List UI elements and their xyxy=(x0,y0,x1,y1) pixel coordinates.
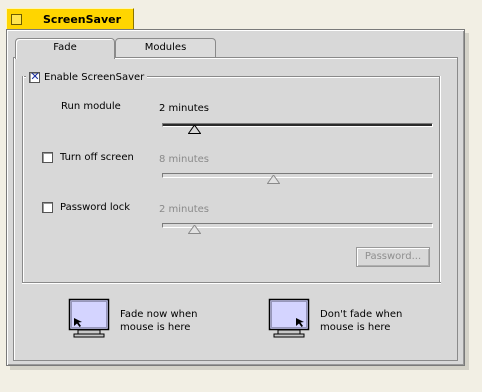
password-lock-slider-track[interactable] xyxy=(162,223,433,228)
dont-fade-line1: Don't fade when xyxy=(320,309,403,320)
fade-now-corner-monitor-icon[interactable] xyxy=(68,298,110,338)
checkmark-icon: ✕ xyxy=(30,69,40,83)
password-lock-label: Password lock xyxy=(60,202,131,213)
turn-off-screen-value: 8 minutes xyxy=(159,154,210,165)
dont-fade-text: Don't fade when mouse is here xyxy=(320,308,402,334)
enable-screensaver-box[interactable]: ✕ xyxy=(29,69,40,83)
run-module-slider-track[interactable] xyxy=(162,123,433,127)
password-lock-value: 2 minutes xyxy=(159,204,210,215)
password-lock-checkbox[interactable] xyxy=(42,202,53,213)
password-button[interactable]: Password... xyxy=(356,247,430,267)
tab-modules[interactable]: Modules xyxy=(115,38,216,58)
run-module-label: Run module xyxy=(61,101,121,112)
run-module-slider-thumb-icon[interactable] xyxy=(188,125,201,134)
group-box-right xyxy=(439,76,441,282)
group-box-bottom xyxy=(22,282,441,284)
tab-fade[interactable]: Fade xyxy=(15,38,115,59)
window-title: ScreenSaver xyxy=(43,13,122,26)
window-title-tab[interactable]: ScreenSaver xyxy=(6,8,134,30)
password-lock-slider-thumb-icon[interactable] xyxy=(188,225,201,234)
window-close-box-icon[interactable] xyxy=(11,14,22,25)
turn-off-screen-label: Turn off screen xyxy=(60,152,134,163)
enable-screensaver-label: Enable ScreenSaver xyxy=(44,71,145,83)
enable-screensaver-checkbox[interactable]: ✕ Enable ScreenSaver xyxy=(26,69,148,84)
turn-off-screen-checkbox[interactable] xyxy=(42,152,53,163)
group-box-left xyxy=(22,76,24,282)
fade-now-text: Fade now when mouse is here xyxy=(120,308,197,334)
fade-now-line2: mouse is here xyxy=(120,322,191,333)
turn-off-screen-slider-thumb-icon[interactable] xyxy=(267,175,280,184)
run-module-value: 2 minutes xyxy=(159,103,210,114)
dont-fade-line2: mouse is here xyxy=(320,322,391,333)
fade-now-line1: Fade now when xyxy=(120,309,198,320)
turn-off-screen-slider-track[interactable] xyxy=(162,173,433,178)
dont-fade-corner-monitor-icon[interactable] xyxy=(268,298,310,338)
